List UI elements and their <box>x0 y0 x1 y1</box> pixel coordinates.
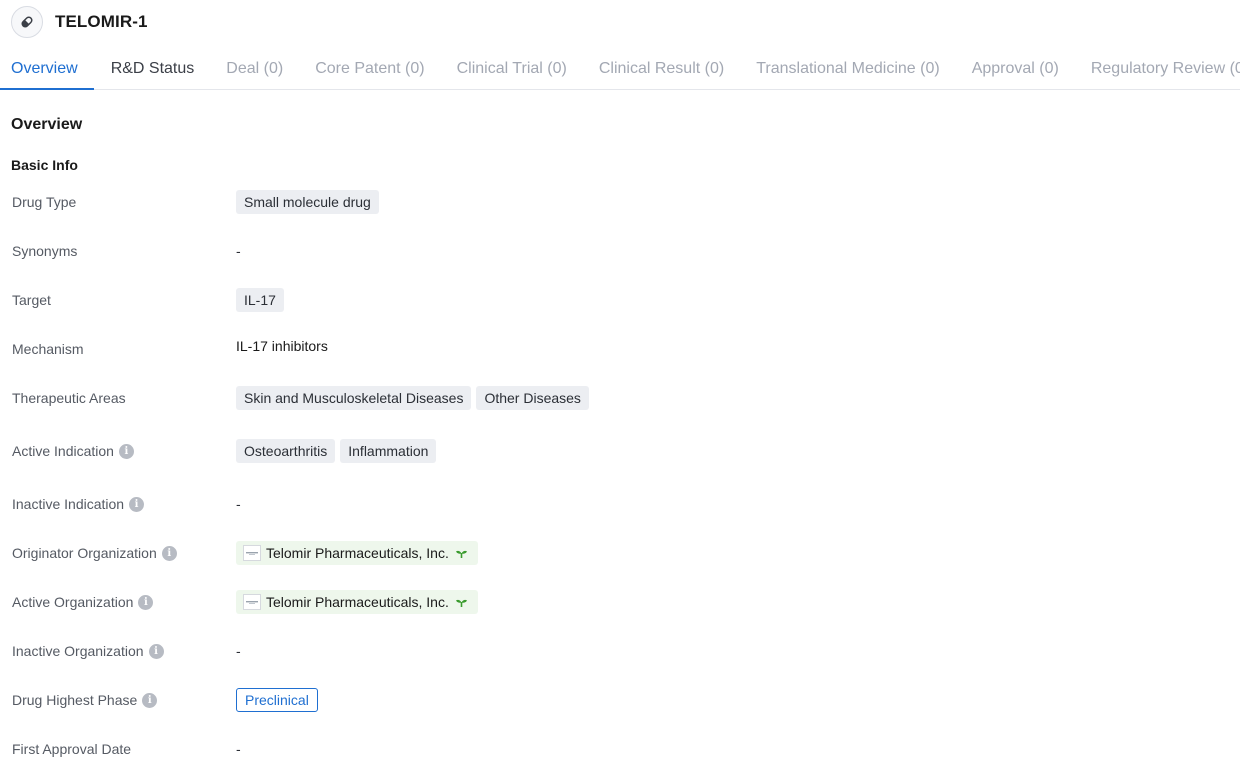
row-value: Telomir Pharmaceuticals, Inc. <box>236 541 478 565</box>
row-value: IL-17 inhibitors <box>236 338 328 354</box>
info-icon[interactable]: i <box>138 595 153 610</box>
inactive-organization-value: - <box>236 643 241 659</box>
row-label: Inactive Indication i <box>12 496 144 512</box>
row-value: Osteoarthritis Inflammation <box>236 439 436 463</box>
organization-logo-icon <box>243 594 261 610</box>
therapeutic-area-chip[interactable]: Other Diseases <box>476 386 588 410</box>
row-label: Synonyms <box>12 243 77 259</box>
originator-organization-label: Originator Organization <box>12 545 157 561</box>
tab-core-patent[interactable]: Core Patent (0) <box>315 50 424 89</box>
target-chip[interactable]: IL-17 <box>236 288 284 312</box>
row-value: - <box>236 643 241 659</box>
info-icon[interactable]: i <box>162 546 177 561</box>
organization-logo-icon <box>243 545 261 561</box>
tab-overview[interactable]: Overview <box>11 50 78 89</box>
info-icon[interactable]: i <box>119 444 134 459</box>
row-value: - <box>236 243 241 259</box>
row-value: Telomir Pharmaceuticals, Inc. <box>236 590 478 614</box>
row-value: - <box>236 496 241 512</box>
row-label: Drug Highest Phase i <box>12 692 157 708</box>
therapeutic-area-chip[interactable]: Skin and Musculoskeletal Diseases <box>236 386 471 410</box>
row-label: Drug Type <box>12 194 76 210</box>
row-label: Active Indication i <box>12 443 134 459</box>
tab-bar: Overview R&D Status Deal (0) Core Patent… <box>0 50 1240 90</box>
drug-type-chip[interactable]: Small molecule drug <box>236 190 379 214</box>
tab-translational-medicine[interactable]: Translational Medicine (0) <box>756 50 939 89</box>
drug-header: TELOMIR-1 <box>11 5 148 39</box>
row-label: Originator Organization i <box>12 545 177 561</box>
sprout-icon <box>455 597 468 608</box>
row-label: Active Organization i <box>12 594 153 610</box>
drug-highest-phase-label: Drug Highest Phase <box>12 692 137 708</box>
row-label: First Approval Date <box>12 741 131 757</box>
active-indication-label: Active Indication <box>12 443 114 459</box>
tab-deal[interactable]: Deal (0) <box>226 50 283 89</box>
organization-name[interactable]: Telomir Pharmaceuticals, Inc. <box>266 545 449 561</box>
row-label: Mechanism <box>12 341 84 357</box>
row-label: Inactive Organization i <box>12 643 164 659</box>
inactive-indication-label: Inactive Indication <box>12 496 124 512</box>
mechanism-value: IL-17 inhibitors <box>236 338 328 354</box>
tab-regulatory-review[interactable]: Regulatory Review (0) <box>1091 50 1240 89</box>
organization-chip[interactable]: Telomir Pharmaceuticals, Inc. <box>236 590 478 614</box>
tab-clinical-trial[interactable]: Clinical Trial (0) <box>457 50 567 89</box>
row-value: Small molecule drug <box>236 190 379 214</box>
inactive-indication-value: - <box>236 496 241 512</box>
page-title: TELOMIR-1 <box>55 12 148 32</box>
organization-name[interactable]: Telomir Pharmaceuticals, Inc. <box>266 594 449 610</box>
row-value: - <box>236 741 241 757</box>
row-label: Target <box>12 292 51 308</box>
tab-rd-status[interactable]: R&D Status <box>111 50 195 89</box>
row-label: Therapeutic Areas <box>12 390 126 406</box>
pill-icon <box>11 6 43 38</box>
inactive-organization-label: Inactive Organization <box>12 643 144 659</box>
tab-clinical-result[interactable]: Clinical Result (0) <box>599 50 724 89</box>
active-organization-label: Active Organization <box>12 594 133 610</box>
row-value: Preclinical <box>236 688 318 712</box>
info-icon[interactable]: i <box>129 497 144 512</box>
synonyms-value: - <box>236 243 241 259</box>
section-title-overview: Overview <box>11 116 82 134</box>
phase-badge: Preclinical <box>236 688 318 712</box>
indication-chip[interactable]: Inflammation <box>340 439 436 463</box>
info-icon[interactable]: i <box>142 693 157 708</box>
indication-chip[interactable]: Osteoarthritis <box>236 439 335 463</box>
organization-chip[interactable]: Telomir Pharmaceuticals, Inc. <box>236 541 478 565</box>
row-value: IL-17 <box>236 288 284 312</box>
tab-approval[interactable]: Approval (0) <box>972 50 1059 89</box>
row-value: Skin and Musculoskeletal Diseases Other … <box>236 386 589 410</box>
sprout-icon <box>455 548 468 559</box>
first-approval-date-value: - <box>236 741 241 757</box>
subsection-title-basic-info: Basic Info <box>11 157 78 173</box>
info-icon[interactable]: i <box>149 644 164 659</box>
